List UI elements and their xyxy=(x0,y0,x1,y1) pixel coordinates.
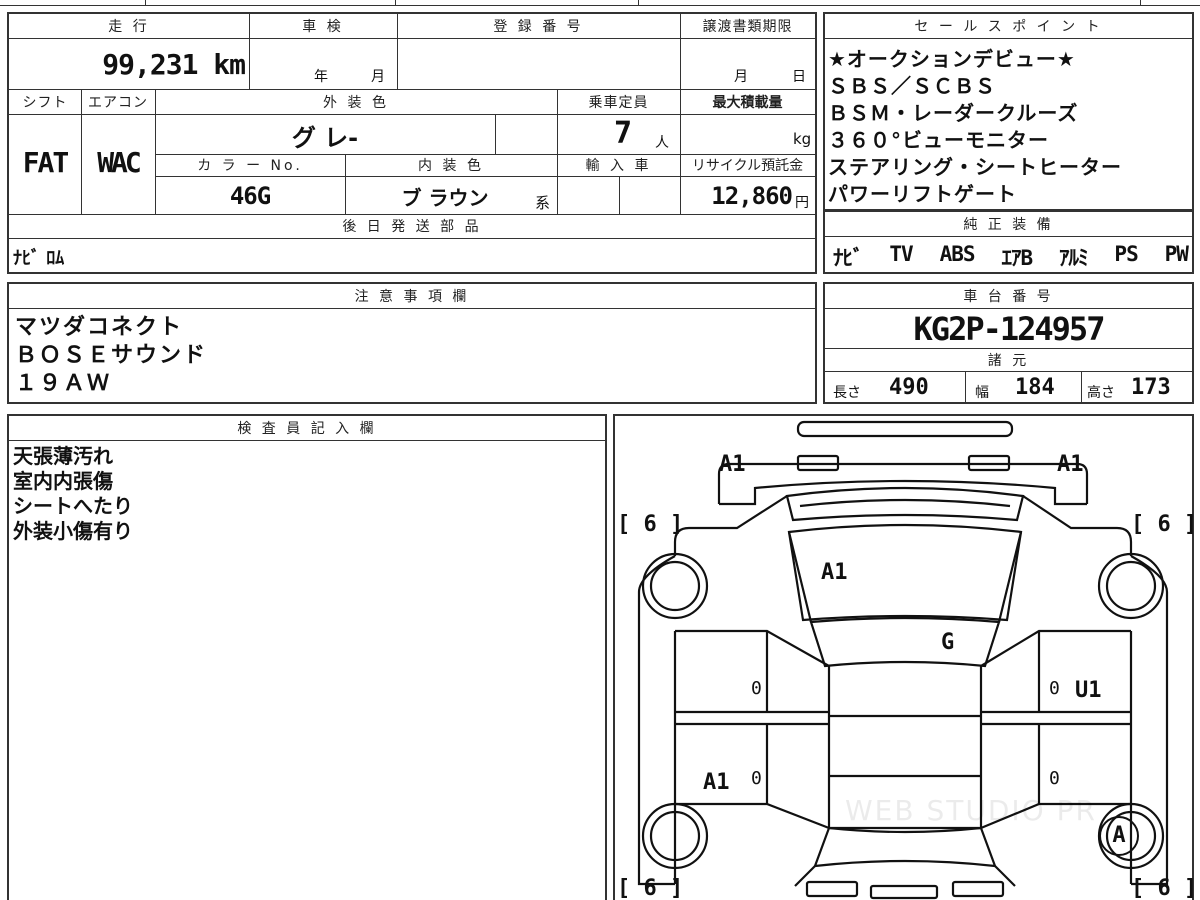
inspector-line: 天張薄汚れ xyxy=(13,444,113,468)
inspection-month-unit: 月 xyxy=(371,69,385,85)
watermark: WEB STUDIO PR xyxy=(845,794,1097,827)
height-label: 高さ xyxy=(1087,385,1115,401)
width-label: 幅 xyxy=(975,385,989,401)
chassis-number: KG2P-124957 xyxy=(913,310,1106,348)
genuine-equipment-label: 純 正 装 備 xyxy=(963,217,1054,233)
sales-point-line: パワーリフトゲート xyxy=(828,182,1017,206)
interior-color-label: 内 装 色 xyxy=(418,158,484,174)
transfer-deadline-label: 譲渡書類期限 xyxy=(702,19,793,35)
mark-left-rear: A1 xyxy=(703,770,730,795)
mileage-label: 走 行 xyxy=(108,19,150,35)
recycle-value: 12,860 xyxy=(711,182,793,210)
notes-list: マツダコネクト ＢＯＳＥサウンド １９ＡＷ xyxy=(15,314,207,398)
capacity-value: 7 xyxy=(614,116,633,151)
mark-right-rear-wheel-text: A xyxy=(1112,823,1126,848)
genuine-equipment-list: ﾅﾋﾞ TV ABS ｴｱB ｱﾙﾐ PS PW xyxy=(833,242,1189,272)
mark-windshield: G xyxy=(941,630,955,655)
sales-point-line: ＳＢＳ／ＳＣＢＳ xyxy=(828,74,996,98)
inspector-line: 外装小傷有り xyxy=(13,519,133,543)
genuine-equipment-panel: 純 正 装 備 ﾅﾋﾞ TV ABS ｴｱB ｱﾙﾐ PS PW xyxy=(823,210,1194,274)
inspector-label: 検 査 員 記 入 欄 xyxy=(237,421,377,437)
transfer-month-unit: 月 xyxy=(734,69,748,85)
mark-front-left: A1 xyxy=(719,452,746,477)
note-line: マツダコネクト xyxy=(15,315,184,340)
width-value: 184 xyxy=(1015,375,1055,400)
mark-left-front-door-num: 0 xyxy=(751,678,762,699)
car-diagram-panel: A1 A1 A1 G U1 A1 A 0 0 0 0 [ 6 ] [ 6 ] [… xyxy=(613,414,1198,900)
equipment-item: PW xyxy=(1164,242,1189,266)
equipment-item: ｴｱB xyxy=(1001,246,1033,270)
mark-right-rear-door-num: 0 xyxy=(1049,768,1060,789)
sales-points-panel: セ ー ル ス ポ イ ン ト ★オークションデビュー★ ＳＢＳ／ＳＣＢＳ ＢＳＭ・… xyxy=(823,12,1194,211)
mileage-value: 99,231 km xyxy=(102,48,246,81)
recycle-label: リサイクル預託金 xyxy=(691,158,804,174)
equipment-item: ﾅﾋﾞ xyxy=(833,246,863,270)
inspector-line: シートへたり xyxy=(13,494,133,518)
max-load-unit: kg xyxy=(793,130,812,148)
equipment-item: ｱﾙﾐ xyxy=(1059,246,1088,270)
color-no-value: 46G xyxy=(229,182,271,210)
shift-value: FAT xyxy=(22,146,70,179)
aircon-label: エアコン xyxy=(88,95,148,111)
equipment-item: TV xyxy=(889,242,913,266)
tire-rear-right: [ 6 ] xyxy=(1131,876,1198,900)
specs-label: 諸 元 xyxy=(987,353,1030,369)
mark-left-rear-door-num: 0 xyxy=(751,768,762,789)
inspector-panel: 検 査 員 記 入 欄 天張薄汚れ 室内内張傷 シートへたり 外装小傷有り xyxy=(7,414,607,900)
tire-front-left: [ 6 ] xyxy=(617,512,684,537)
vehicle-info-panel: 走 行 車 検 登 録 番 号 譲渡書類期限 99,231 km 年 月 月 日… xyxy=(7,12,817,274)
tire-rear-left: [ 6 ] xyxy=(617,876,684,900)
color-no-label: カ ラ ー No. xyxy=(197,158,303,174)
import-label: 輸 入 車 xyxy=(585,158,652,174)
capacity-label: 乗車定員 xyxy=(588,95,649,111)
max-load-label: 最大積載量 xyxy=(712,95,783,111)
inspector-line: 室内内張傷 xyxy=(13,469,113,493)
height-value: 173 xyxy=(1131,375,1171,400)
sales-point-line: ★オークションデビュー★ xyxy=(828,47,1076,71)
notes-label: 注 意 事 項 欄 xyxy=(354,289,470,305)
length-label: 長さ xyxy=(833,385,861,401)
note-line: １９ＡＷ xyxy=(15,371,112,396)
notes-panel: 注 意 事 項 欄 マツダコネクト ＢＯＳＥサウンド １９ＡＷ xyxy=(7,282,817,404)
mark-right-rear-wheel: A xyxy=(1099,816,1139,856)
chassis-label: 車 台 番 号 xyxy=(963,289,1054,305)
mark-hood: A1 xyxy=(821,560,848,585)
sales-point-line: ＢＳＭ・レーダークルーズ xyxy=(828,101,1079,125)
mark-front-right: A1 xyxy=(1057,452,1084,477)
chassis-panel: 車 台 番 号 KG2P-124957 諸 元 長さ 490 幅 184 高さ … xyxy=(823,282,1194,404)
mark-right-front-door-num: 0 xyxy=(1049,678,1060,699)
sales-point-line: ステアリング・シートヒーター xyxy=(828,155,1122,179)
interior-color-value: ブ ラウン xyxy=(401,186,489,210)
sales-points-label: セ ー ル ス ポ イ ン ト xyxy=(914,19,1103,35)
inspection-year-unit: 年 xyxy=(314,69,328,85)
aircon-value: WAC xyxy=(97,146,142,179)
capacity-unit: 人 xyxy=(655,135,669,151)
later-parts-label: 後 日 発 送 部 品 xyxy=(342,219,482,235)
interior-color-suffix: 系 xyxy=(535,194,551,212)
length-value: 490 xyxy=(889,375,929,400)
equipment-item: ABS xyxy=(939,242,976,266)
sales-point-line: ３６０°ビューモニター xyxy=(828,128,1049,152)
registration-label: 登 録 番 号 xyxy=(493,19,584,35)
sales-points-list: ★オークションデビュー★ ＳＢＳ／ＳＣＢＳ ＢＳＭ・レーダークルーズ ３６０°ビューモ… xyxy=(828,46,1190,208)
recycle-unit: 円 xyxy=(795,195,809,211)
shift-label: シフト xyxy=(22,95,68,111)
top-strip xyxy=(0,0,1200,8)
inspector-list: 天張薄汚れ 室内内張傷 シートへたり 外装小傷有り xyxy=(13,444,133,544)
mark-right-door: U1 xyxy=(1075,678,1102,703)
inspection-label: 車 検 xyxy=(302,19,344,35)
exterior-color-value: グ レ- xyxy=(291,124,359,152)
tire-front-right: [ 6 ] xyxy=(1131,512,1198,537)
equipment-item: PS xyxy=(1114,242,1138,266)
note-line: ＢＯＳＥサウンド xyxy=(15,343,208,368)
transfer-day-unit: 日 xyxy=(792,69,806,85)
later-parts-value: ﾅﾋﾞ ﾛﾑ xyxy=(13,248,65,269)
exterior-color-label: 外 装 色 xyxy=(323,95,389,111)
